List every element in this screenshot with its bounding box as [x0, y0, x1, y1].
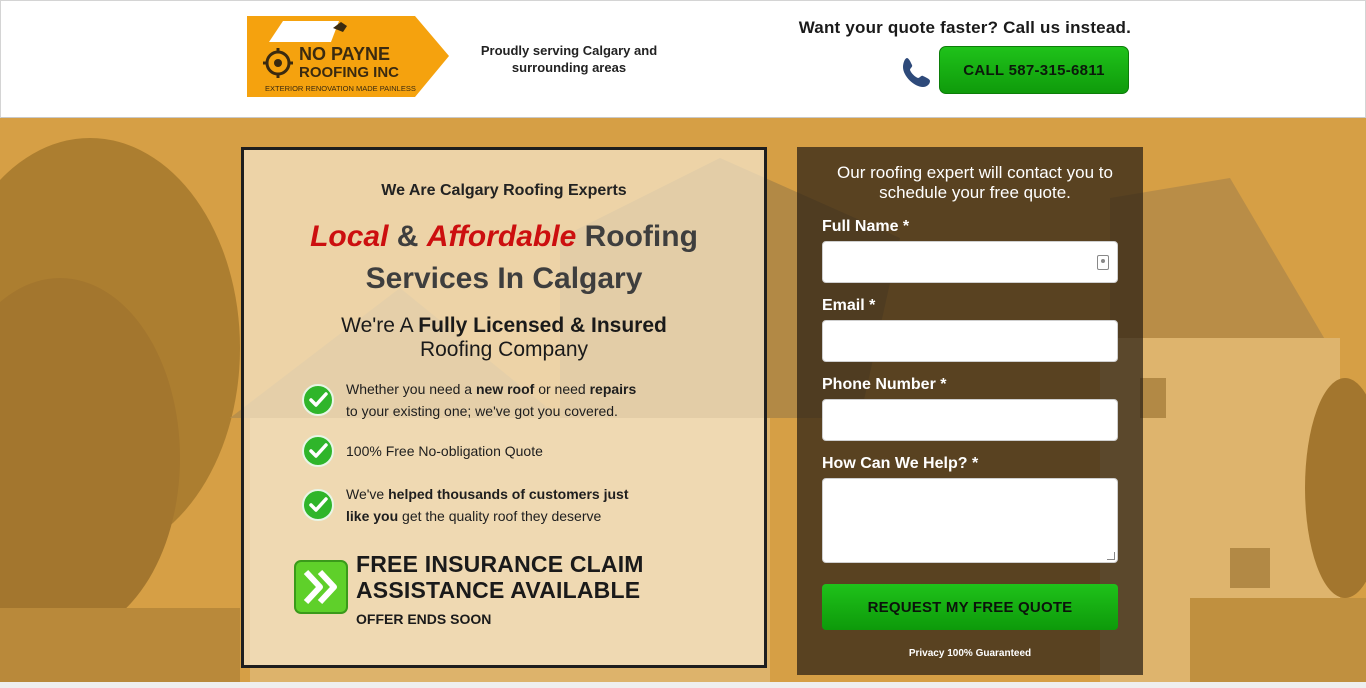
- full-name-label: Full Name *: [822, 218, 910, 235]
- bullet-text: 100% Free No-obligation Quote: [346, 443, 543, 459]
- page-bottom-strip: [0, 682, 1366, 688]
- promo-line2: ASSISTANCE AVAILABLE: [356, 577, 641, 603]
- svg-text:NO PAYNE: NO PAYNE: [299, 44, 390, 64]
- help-textarea[interactable]: [822, 478, 1118, 563]
- bullet-text: We've helped thousands of customers just…: [346, 486, 629, 524]
- call-phone-button[interactable]: CALL 587-315-6811: [939, 46, 1129, 94]
- promo-note: OFFER ENDS SOON: [356, 611, 492, 627]
- bullet-item: We've helped thousands of customers just…: [302, 483, 722, 527]
- sub-prefix: We're A: [341, 314, 419, 337]
- phone-input[interactable]: [822, 399, 1118, 441]
- company-logo[interactable]: NO PAYNE ROOFING INC EXTERIOR RENOVATION…: [247, 16, 449, 97]
- email-input[interactable]: [822, 320, 1118, 362]
- sub-bold: Fully Licensed & Insured: [418, 314, 667, 337]
- full-name-input[interactable]: [822, 241, 1118, 283]
- quote-form: Our roofing expert will contact you to s…: [797, 147, 1143, 675]
- headline-affordable: Affordable: [426, 220, 577, 253]
- svg-text:ROOFING INC: ROOFING INC: [299, 64, 399, 81]
- phone-label: Phone Number *: [822, 376, 947, 393]
- card-headline: Local & Affordable Roofing Services In C…: [244, 216, 764, 300]
- hero-info-card: We Are Calgary Roofing Experts Local & A…: [241, 147, 767, 668]
- bullet-text: Whether you need a new roof or need repa…: [346, 381, 637, 419]
- sub-line2: Roofing Company: [419, 338, 589, 361]
- help-label: How Can We Help? *: [822, 455, 979, 472]
- form-intro: Our roofing expert will contact you to s…: [837, 163, 1113, 202]
- privacy-note: Privacy 100% Guaranteed: [908, 648, 1032, 659]
- check-icon: [302, 489, 334, 521]
- double-chevron-icon: [294, 560, 348, 614]
- request-quote-button[interactable]: REQUEST MY FREE QUOTE: [822, 584, 1118, 630]
- email-label: Email *: [822, 297, 876, 314]
- promo-title: FREE INSURANCE CLAIM ASSISTANCE AVAILABL…: [356, 551, 686, 603]
- phone-icon: [903, 58, 930, 87]
- promo-line1: FREE INSURANCE CLAIM: [356, 551, 644, 577]
- headline-local: Local: [310, 220, 389, 253]
- svg-text:EXTERIOR RENOVATION MADE PAINL: EXTERIOR RENOVATION MADE PAINLESS: [265, 84, 416, 93]
- headline-services: Services In Calgary: [365, 262, 643, 295]
- check-icon: [302, 384, 334, 416]
- contact-card-icon[interactable]: [1097, 255, 1109, 270]
- bullet-item: Whether you need a new roof or need repa…: [302, 378, 722, 422]
- resize-handle-icon[interactable]: [1107, 552, 1115, 560]
- check-icon: [302, 435, 334, 467]
- headline-amp: &: [388, 220, 427, 253]
- headline-roofing: Roofing: [576, 220, 698, 253]
- service-area-text: Proudly serving Calgary and surrounding …: [480, 43, 658, 75]
- card-eyebrow: We Are Calgary Roofing Experts: [381, 182, 627, 199]
- site-header: NO PAYNE ROOFING INC EXTERIOR RENOVATION…: [0, 0, 1366, 118]
- call-prompt: Want your quote faster? Call us instead.: [798, 18, 1131, 37]
- bullet-item: 100% Free No-obligation Quote: [302, 435, 722, 467]
- card-subheadline: We're A Fully Licensed & Insured Roofing…: [244, 314, 764, 362]
